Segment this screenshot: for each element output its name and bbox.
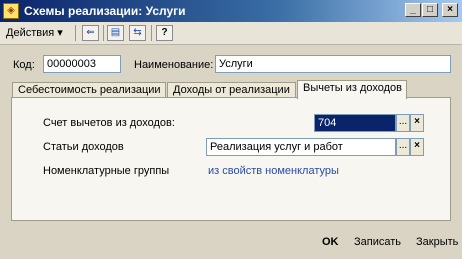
structure-icon[interactable]: ▤	[107, 25, 124, 41]
actions-menu-label: Действия	[6, 27, 55, 39]
tab-cost-of-sales[interactable]: Себестоимость реализации	[12, 82, 166, 98]
deduction-account-select-button[interactable]: ...	[396, 114, 410, 132]
code-label: Код:	[13, 59, 35, 71]
save-button[interactable]: Записать	[354, 236, 401, 248]
tab-sales-income[interactable]: Доходы от реализации	[167, 82, 296, 98]
maximize-button[interactable]: □	[422, 3, 438, 17]
window-title: Схемы реализации: Услуги	[24, 4, 186, 18]
chevron-down-icon: ▾	[57, 27, 63, 39]
app-icon: ◈	[3, 3, 19, 19]
deduction-account-label: Счет вычетов из доходов:	[43, 117, 175, 129]
help-icon[interactable]: ?	[156, 25, 173, 41]
actions-menu[interactable]: Действия ▾	[6, 26, 63, 39]
ok-button[interactable]: OK	[322, 236, 339, 248]
minimize-button[interactable]: _	[405, 3, 421, 17]
tab-income-deductions[interactable]: Вычеты из доходов	[297, 80, 407, 99]
income-items-field[interactable]: Реализация услуг и работ	[206, 138, 396, 156]
name-label: Наименование:	[134, 59, 214, 71]
code-field[interactable]: 00000003	[43, 55, 121, 73]
close-window-button[interactable]: Закрыть	[416, 236, 458, 248]
close-button[interactable]: ×	[442, 3, 458, 17]
toolbar-separator	[151, 25, 152, 41]
toolbar-separator	[103, 25, 104, 41]
back-arrow-icon[interactable]: ⇐	[82, 25, 99, 41]
toolbar	[0, 22, 462, 45]
income-items-clear-icon[interactable]: ×	[410, 138, 424, 156]
nomenclature-groups-label: Номенклатурные группы	[43, 165, 170, 177]
title-bar: ◈ Схемы реализации: Услуги _ □ ×	[0, 0, 462, 22]
nomenclature-groups-value[interactable]: из свойств номенклатуры	[208, 165, 339, 177]
deduction-account-field[interactable]: 704	[314, 114, 396, 132]
income-items-label: Статьи доходов	[43, 141, 124, 153]
name-field[interactable]: Услуги	[215, 55, 451, 73]
deduction-account-clear-icon[interactable]: ×	[410, 114, 424, 132]
toolbar-separator	[75, 25, 76, 41]
refresh-icon[interactable]: ⇆	[129, 25, 146, 41]
income-items-select-button[interactable]: ...	[396, 138, 410, 156]
